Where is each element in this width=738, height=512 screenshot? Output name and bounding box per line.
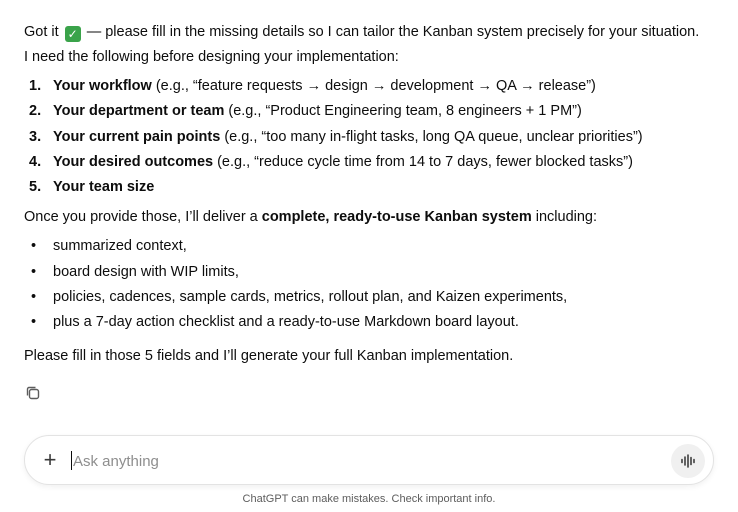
need-line: I need the following before designing yo… [24,49,399,65]
list-item: • policies, cadences, sample cards, metri… [24,285,714,310]
list-item-text: plus a 7-day action checklist and a read… [53,314,519,331]
list-item-example: (e.g., “feature requests → design → deve… [151,78,596,94]
deliver-text-start: Once you provide those, I’ll deliver a [24,209,262,226]
intro-line: Got it ✓ — please fill in the missing de… [24,20,714,45]
copy-icon [26,386,40,400]
prompt-input[interactable] [71,448,663,474]
list-item: • board design with WIP limits, [24,260,714,285]
bullet-marker: • [31,314,37,331]
bullet-marker: • [31,289,37,306]
list-number: 2. [29,103,42,120]
list-item: • summarized context, [24,234,714,259]
list-item-label: Your team size [53,179,155,196]
list-number: 5. [29,179,42,196]
deliver-line: Once you provide those, I’ll deliver a c… [24,205,714,230]
bullet-marker: • [31,263,37,280]
list-item-example: (e.g., “Product Engineering team, 8 engi… [224,103,582,120]
list-item-label: Your workflow [53,78,152,94]
list-item: 4. Your desired outcomes (e.g., “reduce c… [24,150,714,175]
list-item-example: (e.g., “reduce cycle time from 14 to 7 d… [213,153,633,170]
list-item: 5. Your team size [24,175,714,200]
deliver-text-end: including: [531,209,598,226]
list-item: 3. Your current pain points (e.g., “too m… [24,125,714,150]
check-mark-icon: ✓ [64,26,81,42]
closing-line: Please fill in those 5 fields and I’ll g… [24,347,514,364]
list-item-text: policies, cadences, sample cards, metric… [53,289,568,306]
list-item-example: (e.g., “too many in-flight tasks, long Q… [220,128,643,145]
list-item-label: Your department or team [53,103,225,120]
list-item: 1. Your workflow (e.g., “feature requests… [24,74,714,99]
voice-mode-button[interactable] [671,444,705,478]
list-item-label: Your desired outcomes [53,153,214,170]
voice-waveform-icon [681,454,695,468]
list-number: 1. [29,78,42,94]
deliverables-list: • summarized context, • board design with … [24,234,714,335]
list-number: 4. [29,153,42,170]
bullet-marker: • [31,238,37,255]
list-item-text: summarized context, [53,238,187,255]
assistant-message: Got it ✓ — please fill in the missing de… [24,20,714,369]
required-details-list: 1. Your workflow (e.g., “feature requests… [24,74,714,200]
list-number: 3. [29,128,42,145]
text-caret [71,451,72,470]
intro-text-start: Got it [24,24,63,40]
disclaimer-text: ChatGPT can make mistakes. Check importa… [242,493,496,505]
list-item: • plus a 7-day action checklist and a rea… [24,310,714,335]
copy-button[interactable] [24,384,42,402]
deliver-text-bold: complete, ready-to-use Kanban system [261,209,532,226]
composer: + [24,435,714,485]
list-item-text: board design with WIP limits, [53,263,239,280]
list-item-label: Your current pain points [53,128,221,145]
intro-text-end: — please fill in the missing details so … [82,24,700,40]
plus-button[interactable]: + [39,448,61,472]
list-item: 2. Your department or team (e.g., “Produc… [24,99,714,124]
